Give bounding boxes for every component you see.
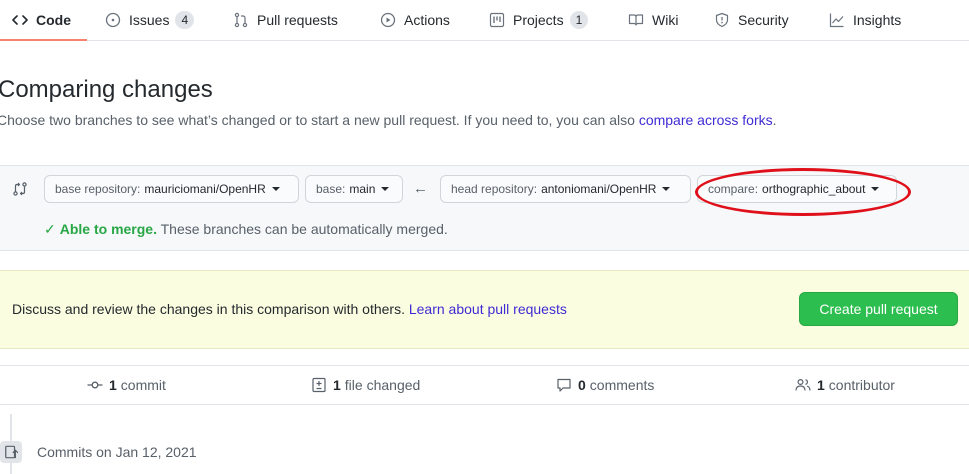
base-repository-label: base repository: <box>55 182 141 196</box>
git-pull-request-icon <box>233 12 249 28</box>
summary-comments[interactable]: 0 comments <box>556 377 654 393</box>
git-compare-icon <box>12 181 28 200</box>
code-icon <box>12 12 28 28</box>
tab-actions[interactable]: Actions <box>380 0 450 40</box>
files-count: 1 <box>333 377 341 393</box>
head-repository-label: head repository: <box>451 182 538 196</box>
commits-date-heading: Commits on Jan 12, 2021 <box>37 444 197 460</box>
merge-ok-text: Able to merge. <box>59 221 157 237</box>
comparison-summary: 1 commit 1 file changed 0 comments 1 con… <box>0 365 969 405</box>
tab-label: Projects <box>513 12 564 28</box>
caret-down-icon <box>381 187 390 191</box>
base-branch-value: main <box>349 182 376 196</box>
shield-icon <box>714 12 730 28</box>
book-icon <box>628 12 644 28</box>
git-commit-icon <box>87 377 103 393</box>
page-description: Choose two branches to see what’s change… <box>0 112 777 128</box>
tab-label: Actions <box>404 12 450 28</box>
learn-about-pull-requests-link[interactable]: Learn about pull requests <box>409 301 567 317</box>
tab-insights[interactable]: Insights <box>829 0 901 40</box>
compare-across-forks-link[interactable]: compare across forks <box>639 112 773 128</box>
tab-label: Insights <box>853 12 902 28</box>
tab-label: Pull requests <box>257 12 338 28</box>
merge-detail-text: These branches can be automatically merg… <box>160 221 448 237</box>
comment-icon <box>556 377 572 393</box>
summary-files[interactable]: 1 file changed <box>311 377 420 393</box>
issues-counter: 4 <box>175 11 195 29</box>
check-icon: ✓ <box>44 221 56 237</box>
files-label: file changed <box>344 377 421 393</box>
head-repository-value: antoniomani/OpenHR <box>541 182 657 196</box>
arrow-left-icon: ← <box>413 180 428 197</box>
tab-wiki[interactable]: Wiki <box>628 0 678 40</box>
play-icon <box>380 12 396 28</box>
tab-label: Wiki <box>652 12 679 28</box>
range-editor: base repository: mauriciomani/OpenHR bas… <box>0 165 969 251</box>
repo-push-icon <box>0 441 22 463</box>
tab-label: Issues <box>129 12 170 28</box>
summary-contributors[interactable]: 1 contributor <box>795 377 895 393</box>
comments-label: comments <box>589 377 655 393</box>
tab-projects[interactable]: Projects 1 <box>489 0 589 40</box>
repo-tab-nav: Code Issues 4 Pull requests Actions Proj… <box>0 0 969 41</box>
tab-label: Code <box>36 12 71 28</box>
base-repository-select[interactable]: base repository: mauriciomani/OpenHR <box>44 175 299 203</box>
caret-down-icon <box>271 187 280 191</box>
head-repository-select[interactable]: head repository: antoniomani/OpenHR <box>440 175 691 203</box>
create-pr-blurb: Discuss and review the changes in this c… <box>0 270 969 349</box>
description-text: Choose two branches to see what’s change… <box>0 112 635 128</box>
contributors-count: 1 <box>817 377 825 393</box>
project-icon <box>489 12 505 28</box>
blurb-text: Discuss and review the changes in this c… <box>12 301 567 317</box>
issue-opened-icon <box>105 12 121 28</box>
base-branch-select[interactable]: base: main <box>305 175 403 203</box>
comments-count: 0 <box>578 377 586 393</box>
file-diff-icon <box>311 377 327 393</box>
commits-label: commit <box>120 377 166 393</box>
tab-issues[interactable]: Issues 4 <box>105 0 195 40</box>
tab-code[interactable]: Code <box>0 0 87 41</box>
graph-icon <box>829 12 845 28</box>
caret-down-icon <box>662 187 671 191</box>
people-icon <box>795 377 811 393</box>
summary-commits[interactable]: 1 commit <box>87 377 166 393</box>
blurb-message: Discuss and review the changes in this c… <box>12 301 405 317</box>
page-title: Comparing changes <box>0 76 213 103</box>
create-pull-request-button[interactable]: Create pull request <box>799 292 958 326</box>
compare-branch-label: compare: <box>708 182 759 196</box>
compare-branch-value: orthographic_about <box>762 182 866 196</box>
tab-label: Security <box>738 12 789 28</box>
projects-counter: 1 <box>569 11 589 29</box>
tab-security[interactable]: Security <box>714 0 789 40</box>
description-period: . <box>772 112 777 128</box>
caret-down-icon <box>871 187 880 191</box>
compare-branch-select[interactable]: compare: orthographic_about <box>697 175 897 203</box>
base-repository-value: mauriciomani/OpenHR <box>144 182 266 196</box>
commits-count: 1 <box>109 377 117 393</box>
contributors-label: contributor <box>828 377 895 393</box>
tab-pull-requests[interactable]: Pull requests <box>233 0 338 40</box>
base-branch-label: base: <box>316 182 346 196</box>
merge-status: ✓ Able to merge. These branches can be au… <box>44 221 448 238</box>
